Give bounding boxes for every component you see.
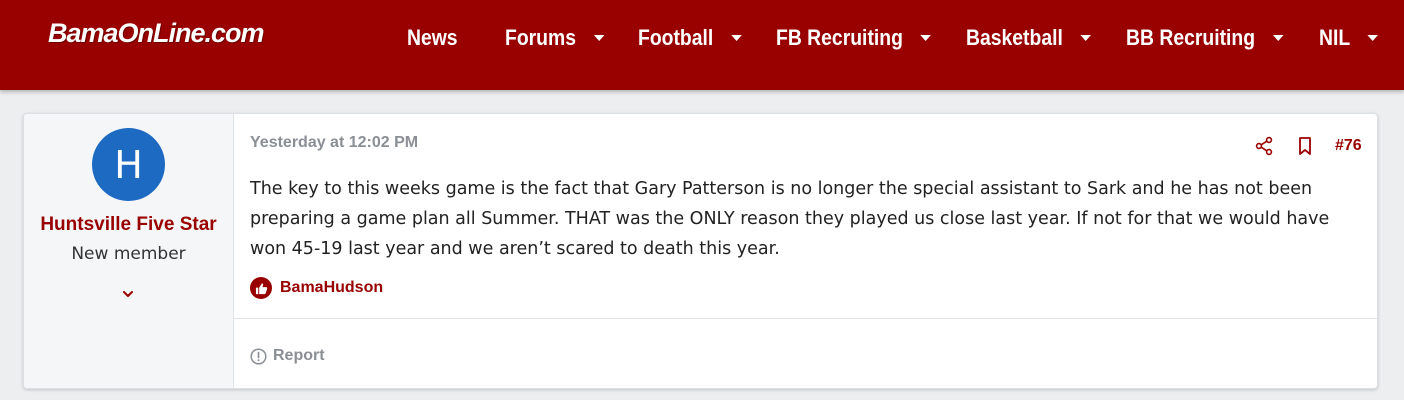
- author-title: New member: [71, 244, 186, 264]
- nav-fb-recruiting-label: FB Recruiting: [776, 25, 903, 50]
- forum-post: H Huntsville Five Star New member Yester…: [23, 113, 1378, 389]
- report-label: Report: [273, 347, 325, 364]
- reaction-bar: BamaHudson: [250, 276, 383, 300]
- caret-down-icon: [1080, 35, 1092, 41]
- author-username[interactable]: Huntsville Five Star: [24, 214, 233, 236]
- share-icon[interactable]: [1254, 136, 1274, 156]
- chevron-down-icon[interactable]: [121, 287, 135, 301]
- alert-circle-icon: [250, 347, 267, 365]
- nav-football[interactable]: Football: [638, 24, 742, 52]
- nav-forums-label: Forums: [505, 25, 577, 50]
- avatar[interactable]: H: [92, 128, 165, 201]
- caret-down-icon: [593, 35, 605, 41]
- caret-down-icon: [1367, 35, 1379, 41]
- post-author-panel: H Huntsville Five Star New member: [24, 114, 234, 388]
- nav-nil-label: NIL: [1319, 25, 1351, 50]
- nav-fb-recruiting[interactable]: FB Recruiting: [776, 24, 932, 52]
- site-logo[interactable]: BamaOnLine.com: [48, 18, 265, 49]
- caret-down-icon: [1272, 35, 1284, 41]
- nav-football-label: Football: [638, 25, 714, 50]
- bookmark-icon[interactable]: [1297, 136, 1313, 156]
- thumbs-up-icon: [250, 277, 272, 299]
- post-body: The key to this weeks game is the fact t…: [250, 179, 1330, 259]
- post-number-link[interactable]: #76: [1335, 137, 1362, 155]
- nav-news-label: News: [407, 25, 458, 50]
- post-timestamp[interactable]: Yesterday at 12:02 PM: [250, 134, 418, 152]
- caret-down-icon: [920, 35, 932, 41]
- nav-basketball-label: Basketball: [966, 25, 1063, 50]
- nav-news[interactable]: News: [407, 24, 458, 52]
- caret-down-icon: [730, 35, 742, 41]
- top-navigation-bar: BamaOnLine.com News Forums Football FB R…: [0, 0, 1404, 90]
- nav-nil[interactable]: NIL: [1319, 24, 1379, 52]
- nav-forums[interactable]: Forums: [505, 24, 605, 52]
- avatar-letter: H: [114, 142, 143, 187]
- reaction-user-link[interactable]: BamaHudson: [280, 279, 383, 297]
- nav-basketball[interactable]: Basketball: [966, 24, 1092, 52]
- nav-bb-recruiting-label: BB Recruiting: [1126, 25, 1256, 50]
- report-button[interactable]: Report: [250, 345, 325, 367]
- post-footer-divider: [233, 318, 1377, 319]
- nav-bb-recruiting[interactable]: BB Recruiting: [1126, 24, 1284, 52]
